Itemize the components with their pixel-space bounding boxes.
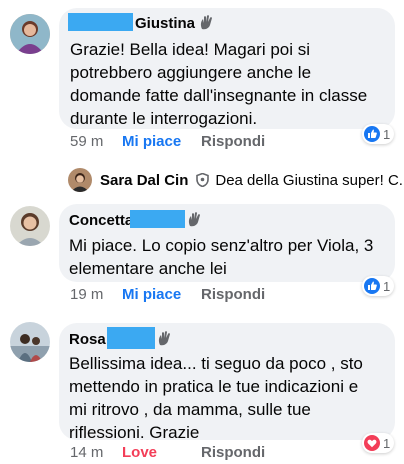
like-icon [364,278,380,294]
avatar [68,168,92,192]
reaction-count: 1 [383,126,391,142]
redacted-name [130,210,185,228]
comment-author[interactable]: Giustina [135,15,195,32]
redacted-name [68,13,133,31]
reaction-summary[interactable]: 1 [362,124,395,144]
love-icon [364,435,380,451]
reply-preview[interactable]: Sara Dal Cin Dea della Giustina super! C… [68,168,404,192]
redacted-name [107,327,155,349]
reaction-summary[interactable]: 1 [362,433,395,453]
reply-text: Dea della Giustina super! C... [215,171,404,189]
comment-text: Grazie! Bella idea! Magari poi si potreb… [70,40,368,128]
avatar[interactable] [10,14,50,54]
avatar[interactable] [10,206,50,246]
wave-icon [187,212,201,232]
reply-button[interactable]: Rispondi [201,444,265,461]
comment-text: Mi piace. Lo copio senz'altro per Viola,… [69,236,374,278]
reaction-count: 1 [383,435,391,451]
love-button[interactable]: Love [122,444,157,461]
avatar[interactable] [10,322,50,362]
reply-button[interactable]: Rispondi [201,286,265,303]
wave-icon [157,331,171,351]
comment-text: Bellissima idea... ti seguo da poco , st… [69,354,363,442]
comment-time[interactable]: 59 m [70,133,103,150]
comment-time[interactable]: 19 m [70,286,103,303]
like-icon [364,126,380,142]
comment-author[interactable]: Concetta [69,212,133,229]
reaction-summary[interactable]: 1 [362,276,395,296]
wave-icon [199,15,213,35]
shield-icon [196,173,210,187]
reaction-count: 1 [383,278,391,294]
reply-button[interactable]: Rispondi [201,133,265,150]
like-button[interactable]: Mi piace [122,133,181,150]
reply-author[interactable]: Sara Dal Cin [100,172,188,189]
like-button[interactable]: Mi piace [122,286,181,303]
comment-time[interactable]: 14 m [70,444,103,461]
comment-author[interactable]: Rosa [69,331,106,348]
